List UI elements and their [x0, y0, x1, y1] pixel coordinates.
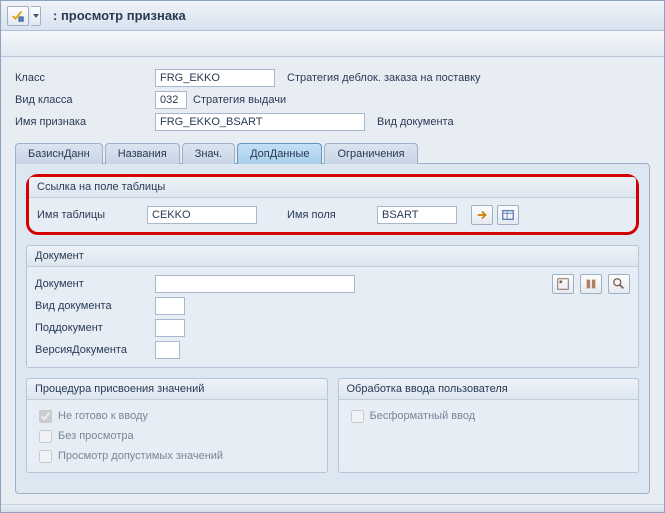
chk-display-allowed — [39, 450, 52, 463]
userentry-chk1: Бесформатный ввод — [347, 406, 631, 426]
field-input[interactable] — [377, 206, 457, 224]
application-toolbar — [1, 31, 664, 57]
userentry-title: Обработка ввода пользователя — [339, 379, 639, 400]
doctype-label: Вид документа — [35, 300, 155, 312]
header-form: Класс Стратегия деблок. заказа на постав… — [1, 57, 664, 139]
statusbar — [1, 504, 664, 512]
tab-addnl-data[interactable]: ДопДанные — [237, 143, 322, 164]
class-label: Класс — [15, 72, 155, 84]
forward-button[interactable] — [471, 205, 493, 225]
tab-restrictions[interactable]: Ограничения — [324, 143, 417, 164]
proc-title: Процедура присвоения значений — [27, 379, 327, 400]
proc-chk2: Без просмотра — [35, 426, 319, 446]
table-label: Имя таблицы — [37, 209, 147, 221]
doc-btn1[interactable] — [552, 274, 574, 294]
check-dropdown[interactable] — [31, 6, 41, 26]
check-button[interactable] — [7, 6, 29, 26]
field-label: Имя поля — [287, 209, 377, 221]
proc-chk3: Просмотр допустимых значений — [35, 446, 319, 466]
detail-button[interactable] — [497, 205, 519, 225]
chk-no-display — [39, 430, 52, 443]
classtype-label: Вид класса — [15, 94, 155, 106]
doc-title: Документ — [27, 246, 638, 267]
doc-btn3[interactable] — [608, 274, 630, 294]
classtype-desc: Стратегия выдачи — [193, 94, 286, 106]
docpart-label: Поддокумент — [35, 322, 155, 334]
tab-body: Ссылка на поле таблицы Имя таблицы Имя п… — [15, 163, 650, 494]
ref-groupbox: Ссылка на поле таблицы Имя таблицы Имя п… — [26, 174, 639, 235]
ref-title: Ссылка на поле таблицы — [29, 177, 636, 198]
doc-groupbox: Документ Документ Вид документа — [26, 245, 639, 368]
chk-unformatted — [351, 410, 364, 423]
tab-descriptions[interactable]: Названия — [105, 143, 180, 164]
char-desc: Вид документа — [377, 116, 454, 128]
tab-basic-data[interactable]: БазиснДанн — [15, 143, 103, 164]
class-input[interactable] — [155, 69, 275, 87]
char-label: Имя признака — [15, 116, 155, 128]
sap-window: : просмотр признака Класс Стратегия дебл… — [0, 0, 665, 513]
userentry-groupbox: Обработка ввода пользователя Бесформатны… — [338, 378, 640, 473]
tab-values[interactable]: Знач. — [182, 143, 235, 164]
docver-label: ВерсияДокумента — [35, 344, 155, 356]
class-desc: Стратегия деблок. заказа на поставку — [287, 72, 481, 84]
table-input[interactable] — [147, 206, 257, 224]
doctype-input[interactable] — [155, 297, 185, 315]
docver-input[interactable] — [155, 341, 180, 359]
char-input[interactable] — [155, 113, 365, 131]
titlebar: : просмотр признака — [1, 1, 664, 31]
proc-chk1: Не готово к вводу — [35, 406, 319, 426]
window-title: : просмотр признака — [53, 8, 186, 23]
doc-btn2[interactable] — [580, 274, 602, 294]
tabstrip: БазиснДанн Названия Знач. ДопДанные Огра… — [15, 139, 650, 163]
docpart-input[interactable] — [155, 319, 185, 337]
proc-groupbox: Процедура присвоения значений Не готово … — [26, 378, 328, 473]
chk-not-ready — [39, 410, 52, 423]
doc-input[interactable] — [155, 275, 355, 293]
doc-label: Документ — [35, 278, 155, 290]
classtype-input[interactable] — [155, 91, 187, 109]
